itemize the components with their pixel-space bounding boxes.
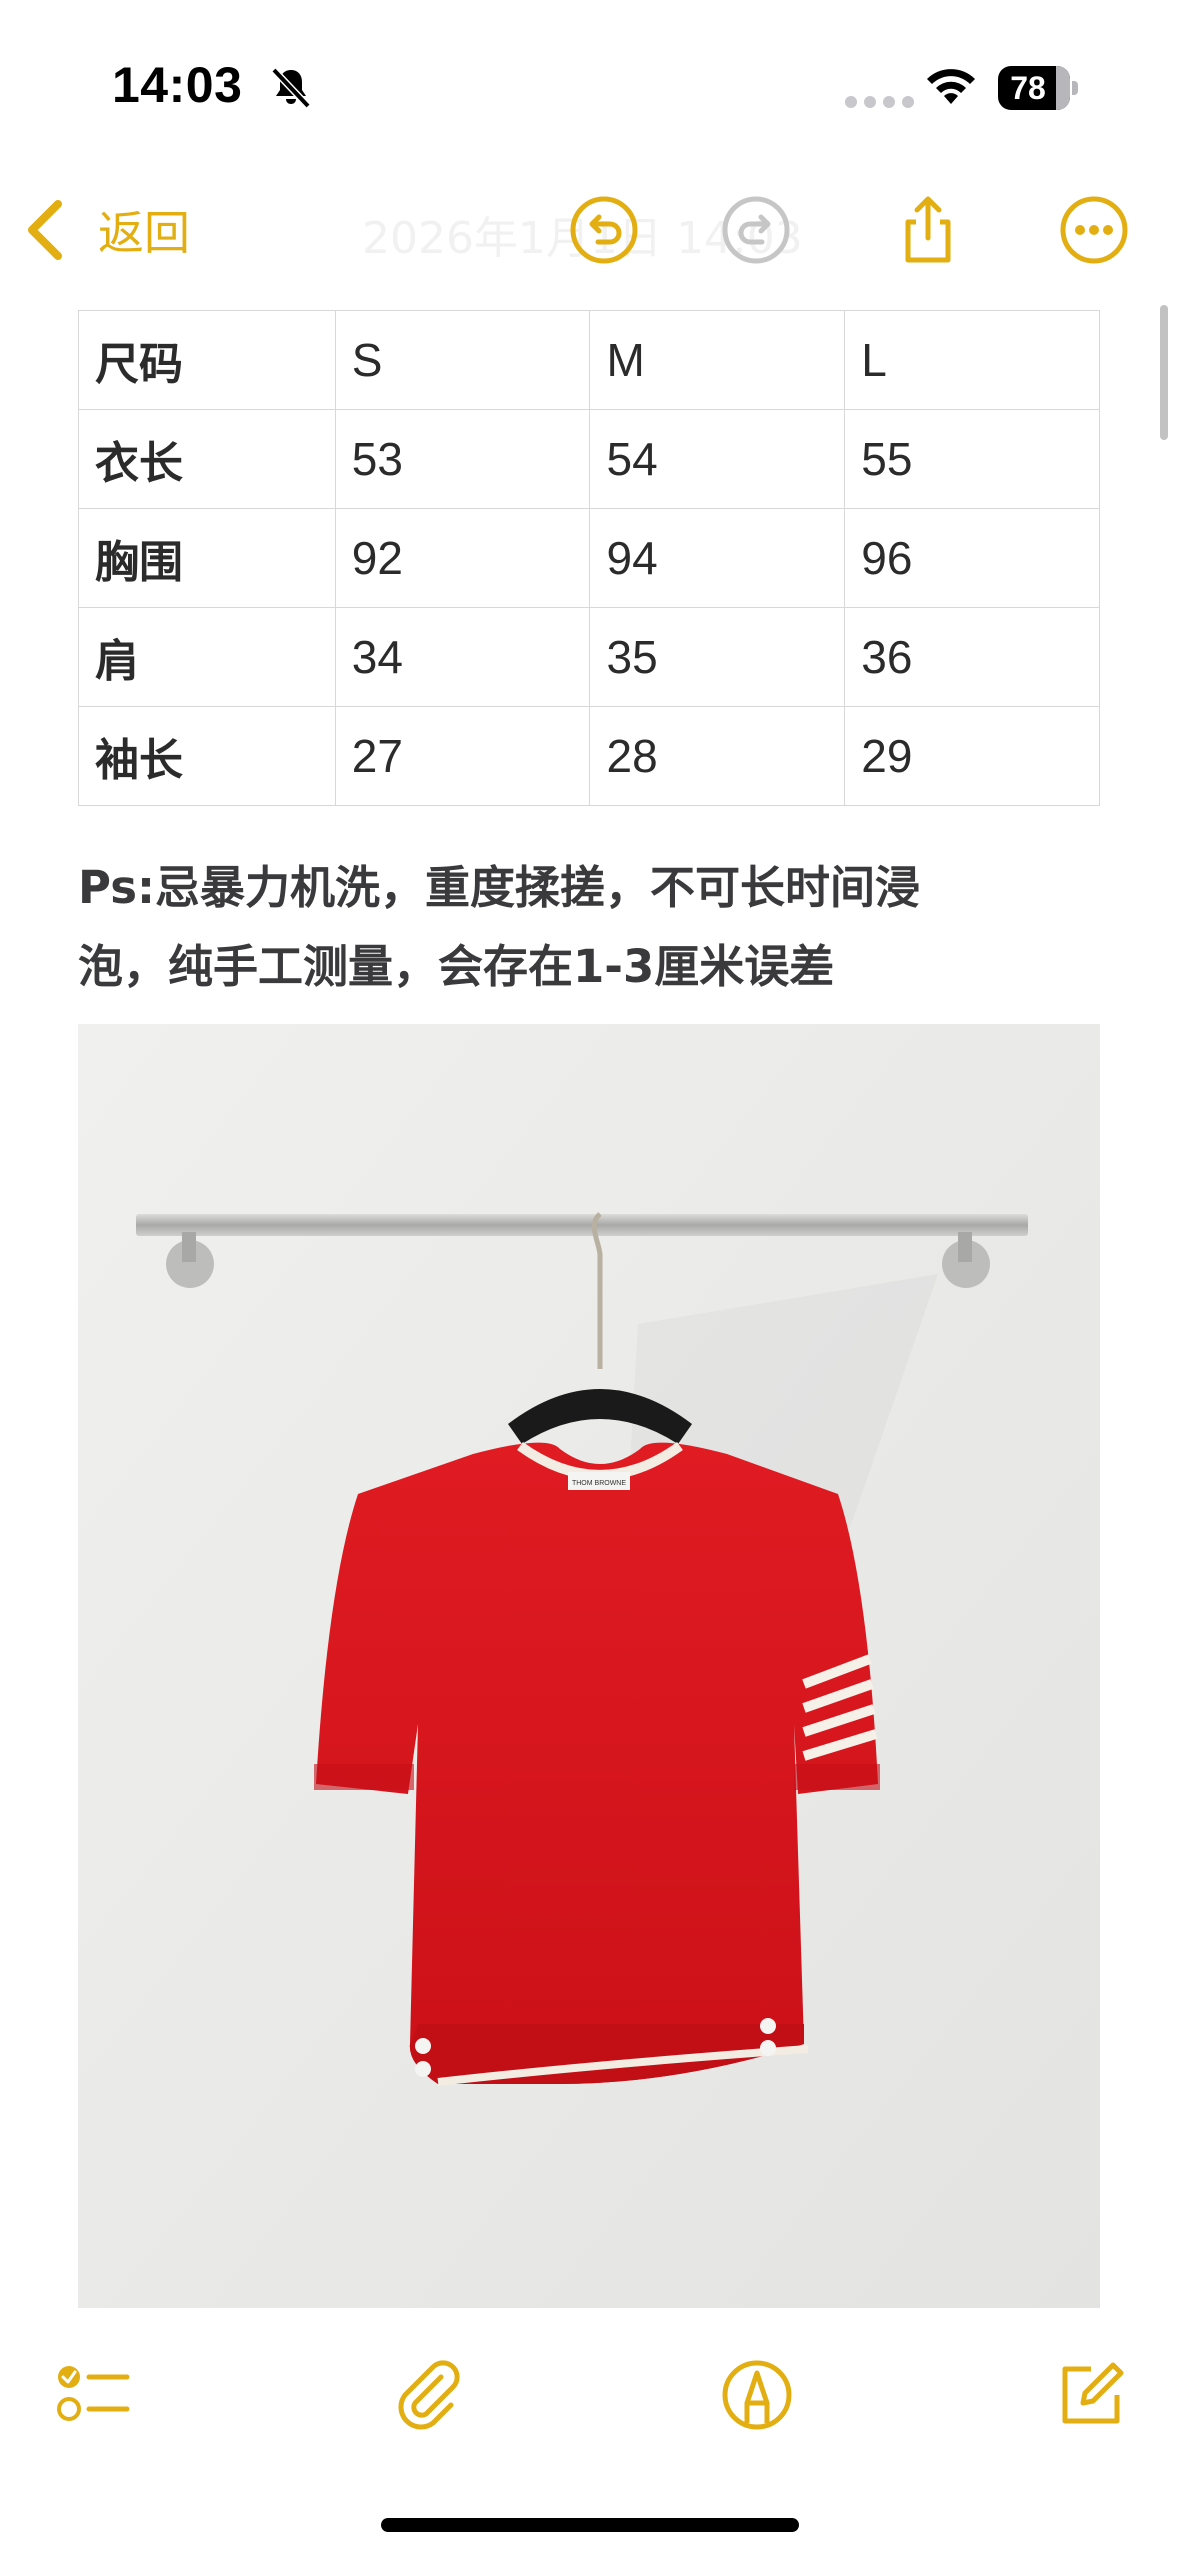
chevron-left-icon xyxy=(28,200,62,260)
navigation-bar: 返回 2026年1月1日 14:03 xyxy=(0,170,1179,290)
undo-icon xyxy=(570,196,638,264)
bottom-toolbar xyxy=(0,2310,1179,2556)
cellular-signal-icon xyxy=(845,96,914,108)
attach-button[interactable] xyxy=(384,2350,474,2440)
table-cell[interactable]: 29 xyxy=(844,706,1100,806)
redo-button[interactable] xyxy=(710,184,802,276)
table-cell[interactable]: 27 xyxy=(334,706,591,806)
back-label: 返回 xyxy=(98,206,190,260)
scroll-indicator[interactable] xyxy=(1160,305,1168,440)
table-cell[interactable]: 胸围 xyxy=(78,508,336,608)
table-cell[interactable]: 34 xyxy=(334,607,591,707)
battery-indicator: 78 xyxy=(998,66,1078,110)
table-cell[interactable]: 53 xyxy=(334,409,591,509)
markup-button[interactable] xyxy=(712,2350,802,2440)
table-cell[interactable]: 96 xyxy=(844,508,1100,608)
note-line: 泡，纯手工测量，会存在1-3厘米误差 xyxy=(78,940,835,993)
wifi-icon xyxy=(927,69,975,104)
note-body-text[interactable]: Ps:忌暴力机洗，重度揉搓，不可长时间浸 泡，纯手工测量，会存在1-3厘米误差 xyxy=(78,848,1118,1006)
note-line: Ps:忌暴力机洗，重度揉搓，不可长时间浸 xyxy=(78,861,920,914)
bell-off-icon xyxy=(271,67,311,109)
undo-button[interactable] xyxy=(558,184,650,276)
markup-pen-icon xyxy=(722,2360,792,2430)
checklist-icon xyxy=(57,2366,130,2421)
table-cell[interactable]: 尺码 xyxy=(78,310,336,410)
tshirt-photo-illustration: THOM BROWNE xyxy=(78,1024,1100,2308)
table-cell[interactable]: 28 xyxy=(589,706,846,806)
paperclip-icon xyxy=(398,2360,460,2430)
table-cell[interactable]: 92 xyxy=(334,508,591,608)
table-cell[interactable]: 肩 xyxy=(78,607,336,707)
redo-icon xyxy=(722,196,790,264)
table-cell[interactable]: 衣长 xyxy=(78,409,336,509)
compose-button[interactable] xyxy=(1046,2350,1136,2440)
table-header-row: 尺码 S M L xyxy=(78,310,1100,410)
table-cell[interactable]: S xyxy=(334,310,591,410)
table-row: 袖长 27 28 29 xyxy=(78,706,1100,806)
share-icon xyxy=(905,196,951,263)
size-table: 尺码 S M L 衣长 53 54 55 胸围 92 94 96 肩 34 35… xyxy=(78,310,1100,806)
more-icon xyxy=(1060,196,1128,264)
table-cell[interactable]: L xyxy=(844,310,1100,410)
shirt-label-text: THOM BROWNE xyxy=(572,1480,626,1487)
checklist-button[interactable] xyxy=(48,2350,138,2440)
back-button[interactable]: 返回 xyxy=(24,194,190,266)
more-button[interactable] xyxy=(1048,184,1140,276)
status-time: 14:03 xyxy=(112,57,243,113)
attached-photo[interactable]: THOM BROWNE xyxy=(78,1024,1100,2308)
share-button[interactable] xyxy=(882,184,974,276)
table-cell[interactable]: 36 xyxy=(844,607,1100,707)
table-cell[interactable]: 35 xyxy=(589,607,846,707)
table-row: 胸围 92 94 96 xyxy=(78,508,1100,608)
home-indicator[interactable] xyxy=(381,2518,799,2532)
battery-level-text: 78 xyxy=(1010,70,1046,106)
table-row: 肩 34 35 36 xyxy=(78,607,1100,707)
compose-icon xyxy=(1062,2362,1124,2424)
status-bar: 14:03 78 xyxy=(0,0,1179,150)
table-cell[interactable]: M xyxy=(589,310,846,410)
table-row: 衣长 53 54 55 xyxy=(78,409,1100,509)
table-cell[interactable]: 94 xyxy=(589,508,846,608)
table-cell[interactable]: 55 xyxy=(844,409,1100,509)
table-cell[interactable]: 袖长 xyxy=(78,706,336,806)
table-cell[interactable]: 54 xyxy=(589,409,846,509)
